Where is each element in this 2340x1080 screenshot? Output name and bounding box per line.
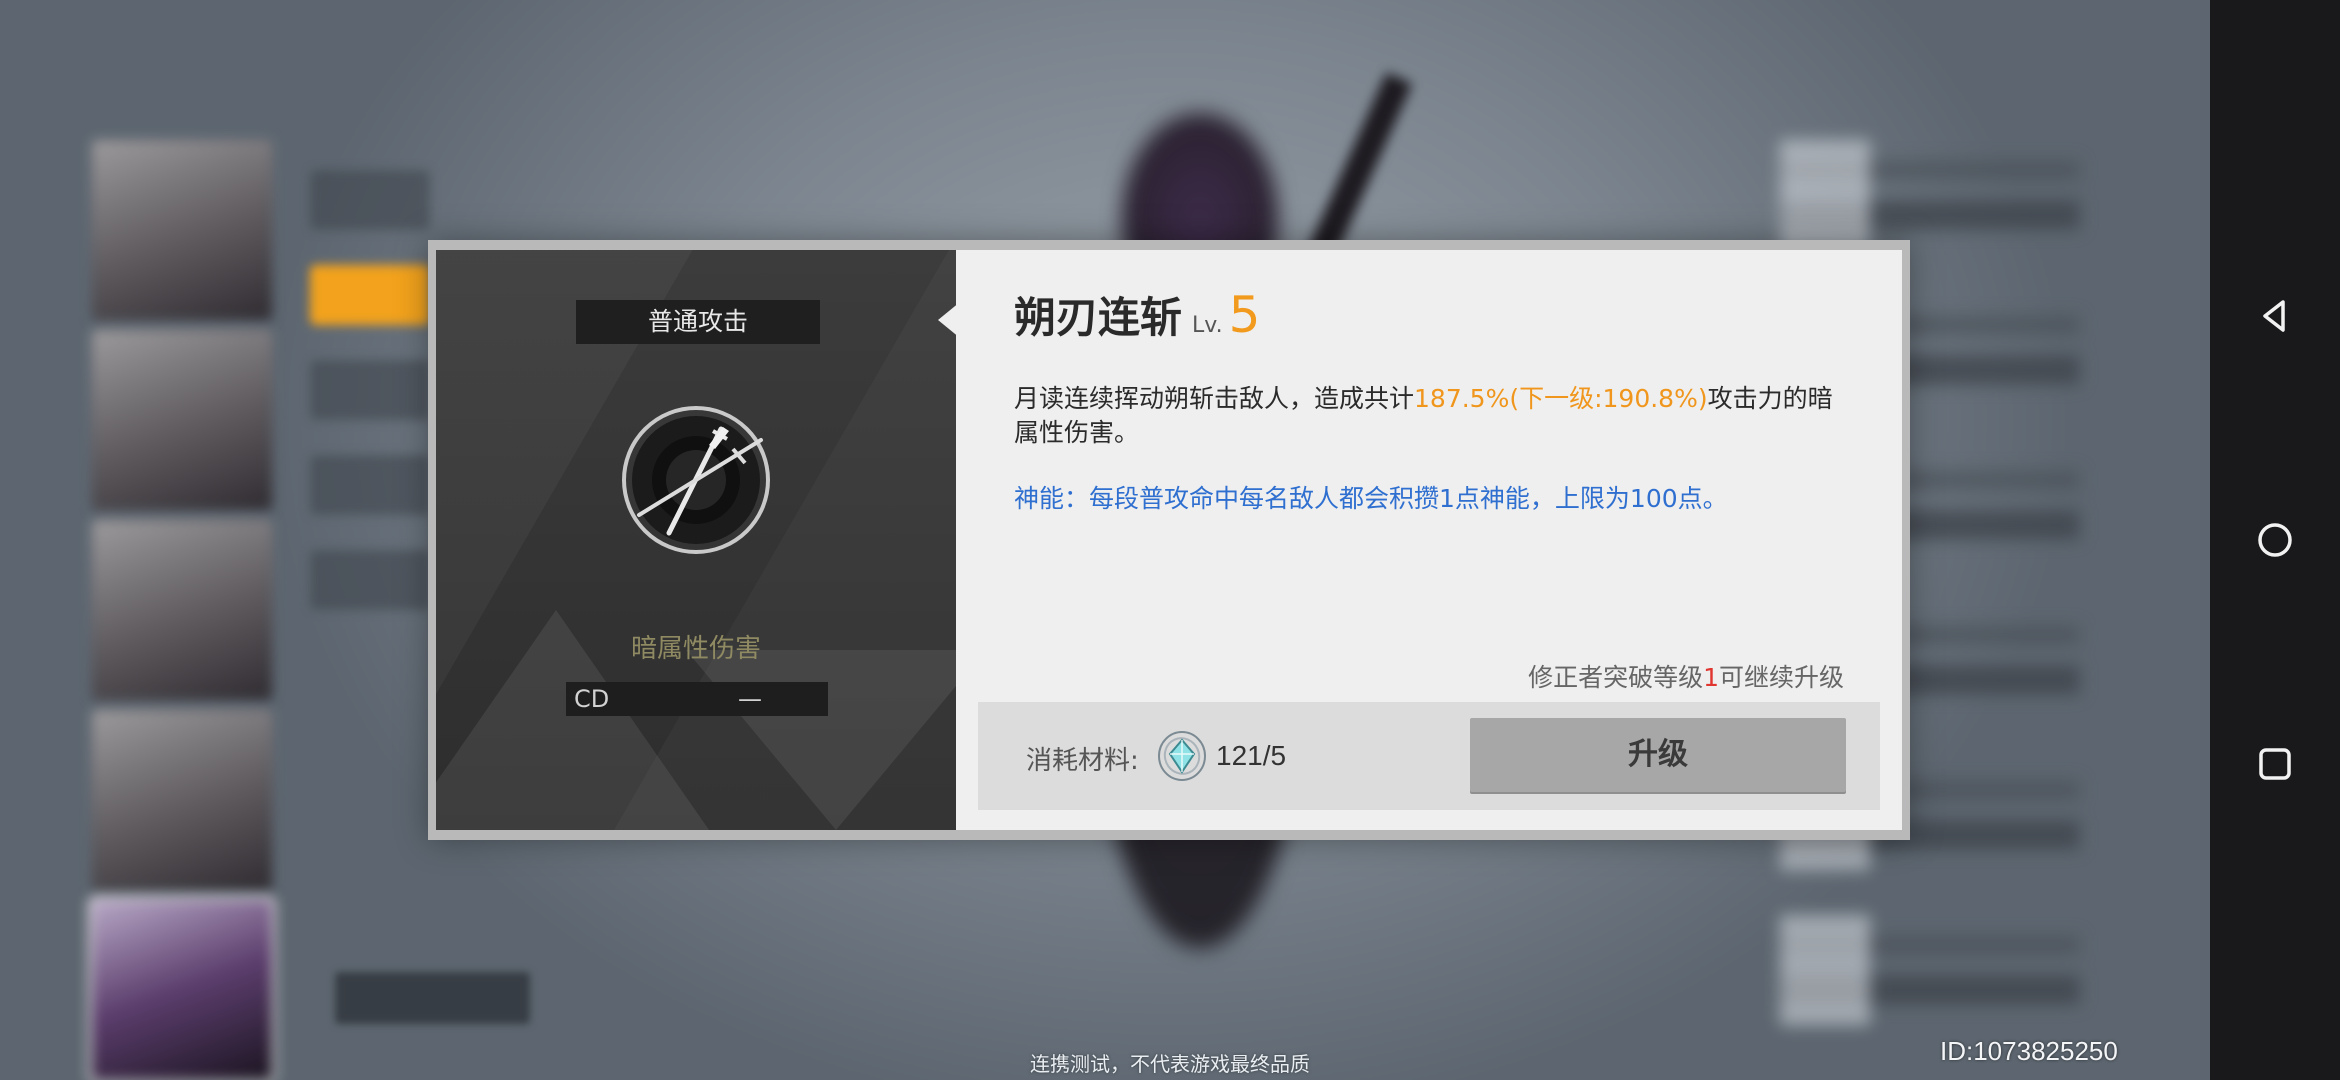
damage-type-label: 暗属性伤害	[630, 634, 761, 664]
character-portrait[interactable]	[92, 710, 272, 890]
upgrade-button[interactable]: 升级	[1470, 718, 1846, 792]
materials-count: 121/5	[1216, 740, 1287, 771]
skill-description: 月读连续挥动朔斩击敌人，造成共计187.5%(下一级:190.8%)攻击力的暗属…	[1014, 382, 1844, 450]
god-power-description: 神能：每段普攻命中每名敌人都会积攒1点神能，上限为100点。	[1014, 484, 1728, 513]
cooldown-bar: CD —	[566, 682, 828, 716]
cooldown-value: —	[738, 685, 762, 713]
skill-entry[interactable]	[1780, 915, 2080, 1025]
materials-label: 消耗材料:	[1026, 746, 1139, 776]
menu-item[interactable]	[310, 170, 430, 230]
back-button[interactable]	[335, 972, 530, 1024]
menu-item-active[interactable]	[310, 265, 430, 325]
desc-text: 月读连续挥动朔斩击敌人，造成共计	[1014, 384, 1415, 413]
nav-recents-icon[interactable]	[2240, 729, 2310, 799]
system-navigation-bar	[2210, 0, 2340, 1080]
character-menu	[310, 170, 430, 645]
character-portrait-list	[88, 140, 282, 1080]
req-text: 可继续升级	[1718, 663, 1844, 692]
skill-summary-panel: 普通攻击 暗属性伤害 CD —	[436, 250, 956, 830]
nav-home-icon[interactable]	[2240, 505, 2310, 575]
menu-item[interactable]	[310, 360, 430, 420]
upgrade-footer: 消耗材料: 121/5 升级	[978, 702, 1880, 810]
damage-multiplier: 187.5%(下一级:190.8%)	[1414, 384, 1708, 413]
skill-name: 朔刃连斩	[1014, 293, 1183, 342]
menu-item[interactable]	[310, 550, 430, 610]
crossed-swords-icon	[621, 405, 771, 555]
player-id: ID:1073825250	[1940, 1036, 2118, 1066]
level-prefix: Lv.	[1192, 313, 1223, 338]
character-portrait[interactable]	[92, 330, 272, 510]
character-portrait[interactable]	[92, 140, 272, 320]
menu-item[interactable]	[310, 455, 430, 515]
req-text: 修正者突破等级	[1528, 663, 1704, 692]
upgrade-requirement: 修正者突破等级1可继续升级	[1528, 658, 1844, 694]
skill-detail-panel: 朔刃连斩 Lv. 5 月读连续挥动朔斩击敌人，造成共计187.5%(下一级:19…	[956, 250, 1902, 830]
skill-level: 5	[1228, 286, 1261, 344]
crystal-gem-icon	[1156, 728, 1208, 784]
skill-entry[interactable]	[1780, 140, 2080, 250]
nav-back-icon[interactable]	[2240, 281, 2310, 351]
req-level: 1	[1703, 663, 1719, 692]
skill-detail-modal: 普通攻击 暗属性伤害 CD — 朔刃连斩 Lv. 5 月读连续挥动朔斩击敌人，造…	[428, 240, 1910, 840]
character-portrait[interactable]	[92, 520, 272, 700]
skill-title: 朔刃连斩 Lv. 5	[1014, 284, 1260, 345]
cooldown-label: CD	[574, 685, 610, 713]
skill-category-tag: 普通攻击	[576, 300, 820, 344]
decor-triangle	[686, 650, 956, 830]
